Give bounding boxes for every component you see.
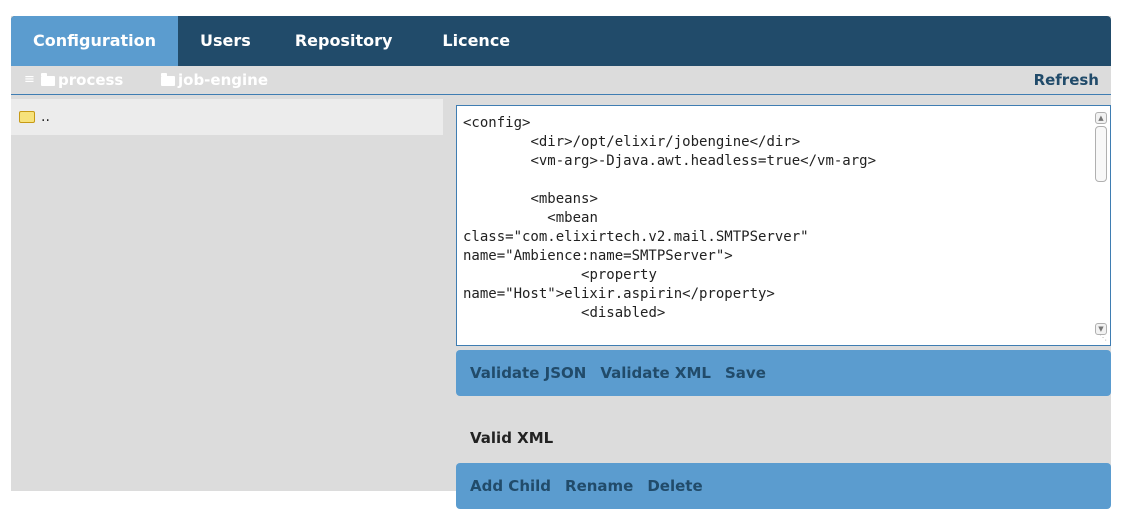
folder-icon [161,73,175,86]
editor-panel: <config> <dir>/opt/elixir/jobengine</dir… [456,105,1111,509]
save-button[interactable]: Save [725,364,766,382]
add-child-button[interactable]: Add Child [470,477,551,495]
validate-xml-button[interactable]: Validate XML [600,364,711,382]
app-frame: Configuration Users Repository Licence ≡… [11,16,1111,509]
breadcrumb-label: job-engine [178,71,268,89]
list-item-parent-folder[interactable]: .. [11,99,443,135]
breadcrumb-item-process[interactable]: process [41,71,123,89]
delete-button[interactable]: Delete [647,477,702,495]
tab-bar: Configuration Users Repository Licence [11,16,532,66]
list-item-label: .. [41,109,50,125]
folder-icon [19,111,35,123]
folder-icon [41,73,55,86]
scrollbar-thumb[interactable] [1095,126,1107,182]
breadcrumb-label: process [58,71,124,89]
editor-scrollbar[interactable]: ▲ ▼ [1095,112,1107,335]
tab-licence[interactable]: Licence [416,16,532,66]
scroll-up-icon[interactable]: ▲ [1095,112,1107,124]
refresh-button[interactable]: Refresh [1034,71,1099,89]
top-navigation: Configuration Users Repository Licence [11,16,1111,66]
item-toolbar: Add Child Rename Delete [456,463,1111,509]
validate-toolbar: Validate JSON Validate XML Save [456,350,1111,396]
breadcrumb-item-job-engine[interactable]: job-engine [161,71,268,89]
editor-content: <config> <dir>/opt/elixir/jobengine</dir… [463,115,877,321]
validation-status: Valid XML [470,429,554,447]
config-editor-textarea[interactable]: <config> <dir>/opt/elixir/jobengine</dir… [456,105,1111,346]
tab-configuration[interactable]: Configuration [11,16,179,66]
menu-icon[interactable]: ≡ [24,72,35,88]
tab-users[interactable]: Users [178,16,275,66]
file-list-panel: .. [11,95,443,491]
rename-button[interactable]: Rename [565,477,633,495]
breadcrumb: ≡ process job-engine Refresh [11,66,1111,95]
resize-grip-icon[interactable]: ⋱ [1099,333,1107,342]
validate-json-button[interactable]: Validate JSON [470,364,586,382]
tab-repository[interactable]: Repository [275,16,417,66]
